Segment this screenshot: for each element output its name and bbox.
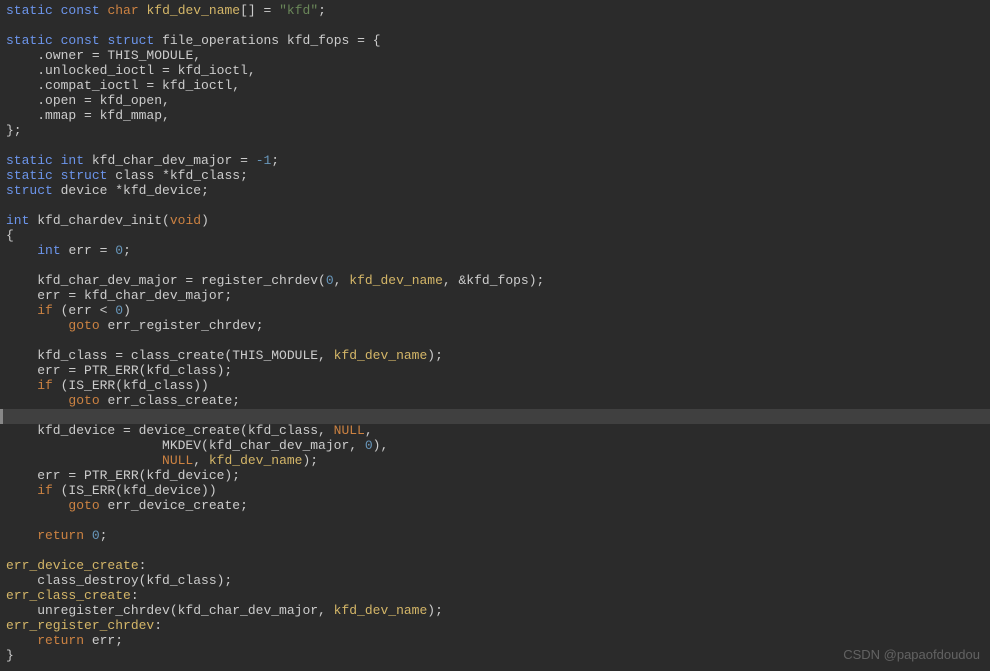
code-line: return 0; xyxy=(0,529,990,544)
code-line: .compat_ioctl = kfd_ioctl, xyxy=(0,79,990,94)
code-line: goto err_class_create; xyxy=(0,394,990,409)
code-line: int err = 0; xyxy=(0,244,990,259)
code-line: { xyxy=(0,229,990,244)
code-line: } xyxy=(0,649,990,664)
code-line: if (err < 0) xyxy=(0,304,990,319)
code-line: kfd_char_dev_major = register_chrdev(0, … xyxy=(0,274,990,289)
code-line: static int kfd_char_dev_major = -1; xyxy=(0,154,990,169)
code-line-highlighted xyxy=(0,409,990,424)
code-line: if (IS_ERR(kfd_device)) xyxy=(0,484,990,499)
code-line xyxy=(0,139,990,154)
code-line: err = kfd_char_dev_major; xyxy=(0,289,990,304)
code-line xyxy=(0,259,990,274)
watermark-text: CSDN @papaofdoudou xyxy=(843,648,980,663)
code-editor[interactable]: static const char kfd_dev_name[] = "kfd"… xyxy=(0,4,990,664)
code-line xyxy=(0,514,990,529)
code-line xyxy=(0,199,990,214)
code-line: static struct class *kfd_class; xyxy=(0,169,990,184)
code-line: struct device *kfd_device; xyxy=(0,184,990,199)
code-line xyxy=(0,334,990,349)
code-line: int kfd_chardev_init(void) xyxy=(0,214,990,229)
code-line: .open = kfd_open, xyxy=(0,94,990,109)
code-line: MKDEV(kfd_char_dev_major, 0), xyxy=(0,439,990,454)
code-line: .mmap = kfd_mmap, xyxy=(0,109,990,124)
code-line: NULL, kfd_dev_name); xyxy=(0,454,990,469)
code-line: .unlocked_ioctl = kfd_ioctl, xyxy=(0,64,990,79)
code-line: if (IS_ERR(kfd_class)) xyxy=(0,379,990,394)
code-line: }; xyxy=(0,124,990,139)
code-line: static const char kfd_dev_name[] = "kfd"… xyxy=(0,4,990,19)
code-line: err_register_chrdev: xyxy=(0,619,990,634)
code-line: unregister_chrdev(kfd_char_dev_major, kf… xyxy=(0,604,990,619)
code-line: .owner = THIS_MODULE, xyxy=(0,49,990,64)
code-line xyxy=(0,19,990,34)
code-line: class_destroy(kfd_class); xyxy=(0,574,990,589)
code-line: goto err_register_chrdev; xyxy=(0,319,990,334)
code-line xyxy=(0,544,990,559)
code-line: kfd_class = class_create(THIS_MODULE, kf… xyxy=(0,349,990,364)
code-line: return err; xyxy=(0,634,990,649)
code-line: goto err_device_create; xyxy=(0,499,990,514)
code-line: err = PTR_ERR(kfd_device); xyxy=(0,469,990,484)
code-line: err = PTR_ERR(kfd_class); xyxy=(0,364,990,379)
code-line: kfd_device = device_create(kfd_class, NU… xyxy=(0,424,990,439)
code-line: err_device_create: xyxy=(0,559,990,574)
code-line: err_class_create: xyxy=(0,589,990,604)
code-line: static const struct file_operations kfd_… xyxy=(0,34,990,49)
